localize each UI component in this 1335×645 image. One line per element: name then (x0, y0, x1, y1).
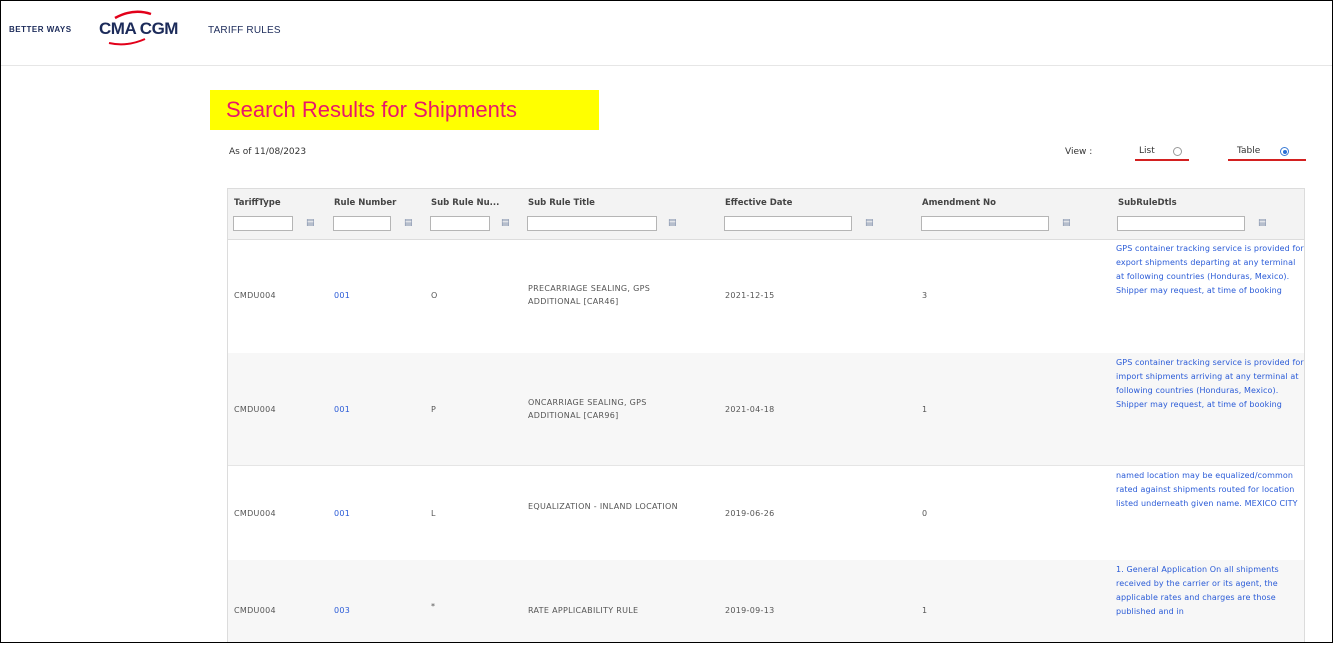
column-sub-rule-dtls: SubRuleDtls ▤ (1112, 189, 1304, 239)
view-option-table[interactable]: Table (1228, 143, 1306, 161)
tariff-type-cell: CMDU004 (234, 291, 276, 300)
filter-icon[interactable]: ▤ (501, 219, 510, 228)
tariff-type-filter-input[interactable] (233, 216, 293, 231)
column-header-label: Effective Date (725, 198, 793, 208)
column-tariff-type: TariffType ▤ (228, 189, 328, 239)
rule-number-link[interactable]: 001 (334, 289, 350, 302)
cma-cgm-logo[interactable]: BETTER WAYS CMA CGM (9, 10, 179, 46)
rule-number-link[interactable]: 001 (334, 507, 350, 520)
page-frame: BETTER WAYS CMA CGM TARIFF RULES Search … (0, 0, 1333, 643)
sub-rule-title-cell: EQUALIZATION - INLAND LOCATION (528, 502, 678, 511)
sub-rule-title-cell: RATE APPLICABILITY RULE (528, 606, 639, 615)
effective-date-cell: 2021-04-18 (725, 405, 775, 414)
sub-rule-number-cell: P (431, 405, 437, 414)
filter-icon[interactable]: ▤ (668, 219, 677, 228)
column-header-label: Rule Number (334, 198, 397, 208)
column-effective-date: Effective Date ▤ (719, 189, 916, 239)
sub-rule-dtls-filter-input[interactable] (1117, 216, 1245, 231)
sub-rule-title-cell: PRECARRIAGE SEALING, GPS ADDITIONAL [CAR… (528, 284, 651, 306)
filter-icon[interactable]: ▤ (1258, 219, 1267, 228)
effective-date-filter-input[interactable] (724, 216, 852, 231)
table-row[interactable]: CMDU004 001 P ONCARRIAGE SEALING, GPS AD… (228, 353, 1304, 466)
amendment-no-cell: 1 (922, 606, 928, 615)
view-option-list-label: List (1139, 146, 1155, 156)
tariff-type-cell: CMDU004 (234, 405, 276, 414)
view-option-list[interactable]: List (1135, 143, 1189, 161)
rule-number-filter-input[interactable] (333, 216, 391, 231)
column-sub-rule-title: Sub Rule Title ▤ (522, 189, 719, 239)
column-rule-number: Rule Number ▤ (328, 189, 425, 239)
column-header-label: Amendment No (922, 198, 996, 208)
rule-number-link[interactable]: 003 (334, 604, 350, 617)
table-radio[interactable] (1280, 147, 1289, 156)
sub-rule-details-link[interactable]: named location may be equalized/common r… (1116, 469, 1304, 511)
sub-rule-details-link[interactable]: 1. General Application On all shipments … (1116, 563, 1304, 619)
brand-name: CMA CGM (99, 19, 178, 38)
amendment-no-cell: 3 (922, 291, 928, 300)
sub-rule-number-cell: O (431, 291, 438, 300)
filter-icon[interactable]: ▤ (865, 219, 874, 228)
column-header-label: Sub Rule Nu... (431, 198, 500, 208)
column-header-label: SubRuleDtls (1118, 198, 1177, 208)
column-amendment-no: Amendment No ▤ (916, 189, 1112, 239)
view-option-table-label: Table (1237, 146, 1261, 156)
sub-rule-number-cell: L (431, 509, 436, 518)
as-of-date: As of 11/08/2023 (229, 147, 307, 157)
logo-swoosh-bottom-icon (108, 38, 146, 46)
column-header-label: Sub Rule Title (528, 198, 595, 208)
column-sub-rule-number: Sub Rule Nu... ▤ (425, 189, 522, 239)
page-title: Search Results for Shipments (210, 90, 599, 130)
sub-rule-title-cell: ONCARRIAGE SEALING, GPS ADDITIONAL [CAR9… (528, 398, 647, 420)
effective-date-cell: 2021-12-15 (725, 291, 775, 300)
effective-date-cell: 2019-06-26 (725, 509, 775, 518)
filter-icon[interactable]: ▤ (404, 219, 413, 228)
view-label: View : (1065, 147, 1093, 157)
tariff-type-cell: CMDU004 (234, 606, 276, 615)
sub-rule-title-filter-input[interactable] (527, 216, 657, 231)
sub-rule-number-filter-input[interactable] (430, 216, 490, 231)
filter-icon[interactable]: ▤ (1062, 219, 1071, 228)
rule-number-link[interactable]: 001 (334, 403, 350, 416)
table-row[interactable]: CMDU004 001 O PRECARRIAGE SEALING, GPS A… (228, 239, 1304, 354)
table-header: TariffType ▤ Rule Number ▤ Sub Rule Nu..… (228, 189, 1304, 240)
list-radio[interactable] (1173, 147, 1182, 156)
effective-date-cell: 2019-09-13 (725, 606, 775, 615)
sub-rule-details-link[interactable]: GPS container tracking service is provid… (1116, 356, 1304, 412)
nav-link-tariff-rules[interactable]: TARIFF RULES (208, 25, 281, 36)
table-row[interactable]: CMDU004 003 * RATE APPLICABILITY RULE 20… (228, 560, 1304, 642)
top-navigation-bar: BETTER WAYS CMA CGM TARIFF RULES (1, 1, 1332, 66)
amendment-no-cell: 0 (922, 509, 928, 518)
brand-tagline: BETTER WAYS (9, 25, 72, 34)
amendment-no-filter-input[interactable] (921, 216, 1049, 231)
amendment-no-cell: 1 (922, 405, 928, 414)
tariff-type-cell: CMDU004 (234, 509, 276, 518)
column-header-label: TariffType (234, 198, 281, 208)
filter-icon[interactable]: ▤ (306, 219, 315, 228)
sub-rule-details-link[interactable]: GPS container tracking service is provid… (1116, 242, 1304, 298)
table-row[interactable]: CMDU004 001 L EQUALIZATION - INLAND LOCA… (228, 465, 1304, 561)
sub-rule-number-cell: * (431, 602, 436, 611)
results-table: TariffType ▤ Rule Number ▤ Sub Rule Nu..… (227, 188, 1305, 642)
